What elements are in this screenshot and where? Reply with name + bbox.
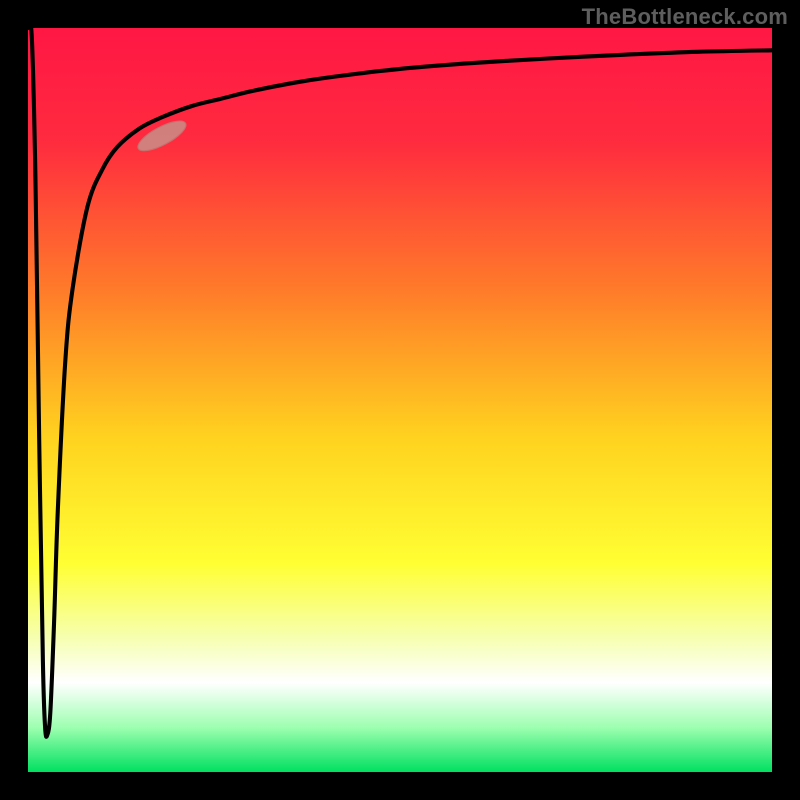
chart-frame: TheBottleneck.com	[0, 0, 800, 800]
bottleneck-curve	[28, 28, 772, 772]
plot-area	[28, 28, 772, 772]
watermark-text: TheBottleneck.com	[582, 4, 788, 30]
